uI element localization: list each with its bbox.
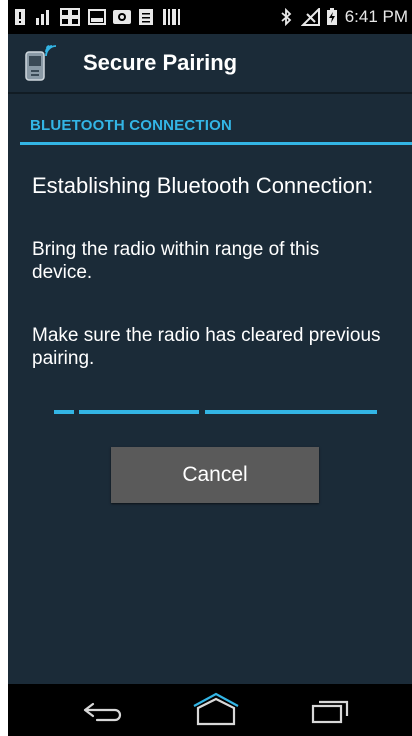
- barcode-icon: [163, 9, 180, 25]
- app-title: Secure Pairing: [83, 50, 238, 75]
- no-signal-icon: [301, 8, 320, 26]
- progress-bar: [54, 410, 380, 414]
- section-header: BLUETOOTH CONNECTION: [30, 117, 233, 134]
- progress-segment: [79, 410, 199, 414]
- phone-screen: 6:41 PM Secure Pairing BLUETOOTH CONNECT…: [8, 0, 412, 736]
- navigation-bar: [8, 684, 412, 736]
- back-icon: [83, 702, 122, 722]
- camera-icon: [113, 10, 131, 24]
- image-icon: [88, 9, 106, 25]
- progress-segment: [54, 410, 74, 414]
- apps-grid-icon: [60, 8, 80, 26]
- instruction-range: Bring the radio within range of this dev…: [32, 239, 320, 283]
- signal-icon: [36, 10, 49, 25]
- back-button[interactable]: [63, 684, 143, 736]
- recent-apps-icon: [311, 700, 349, 724]
- connection-heading: Establishing Bluetooth Connection:: [32, 173, 374, 198]
- notification-icon: [15, 9, 25, 25]
- action-bar: Secure Pairing: [8, 34, 412, 92]
- battery-charging-icon: [327, 8, 337, 25]
- home-icon: [193, 692, 239, 726]
- document-icon: [139, 9, 153, 25]
- cancel-button[interactable]: Cancel: [111, 447, 319, 503]
- bluetooth-icon: [281, 8, 292, 26]
- instruction-pairing: Make sure the radio has cleared previous…: [32, 325, 381, 369]
- recent-apps-button[interactable]: [293, 684, 373, 736]
- status-time: 6:41 PM: [344, 7, 408, 26]
- action-bar-divider: [8, 92, 412, 94]
- bluetooth-device-icon: [25, 45, 57, 81]
- home-button[interactable]: [176, 684, 256, 736]
- section-divider: [20, 142, 412, 145]
- progress-segment: [205, 410, 377, 414]
- status-bar: 6:41 PM: [8, 0, 412, 34]
